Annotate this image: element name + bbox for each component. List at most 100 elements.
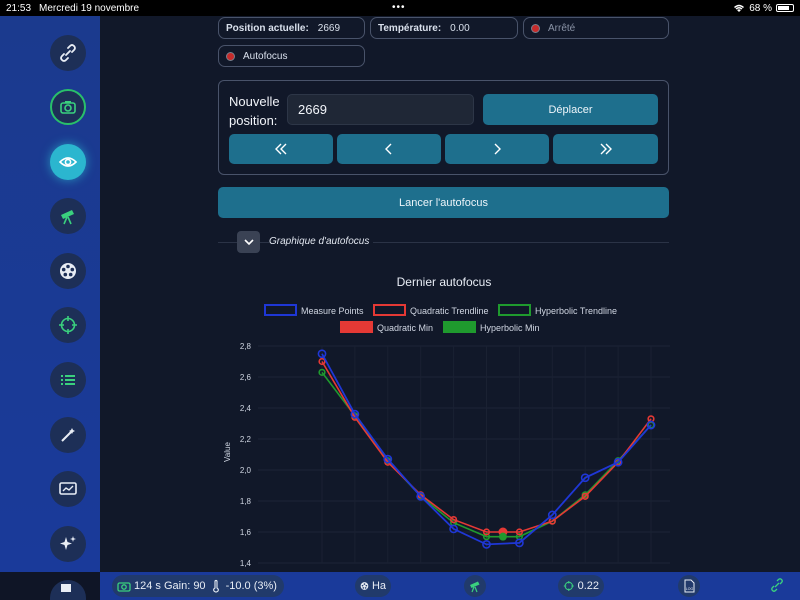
y-axis-label: Value [223,442,232,462]
camera-icon [117,582,131,592]
sidebar [0,16,100,600]
log-icon-text: LOG [686,587,694,591]
camera-status-chip[interactable]: 124 s Gain: 90 -10.0 (3%) [112,575,284,597]
sequence-list-icon [61,375,75,385]
chevron-down-icon [243,239,254,246]
temperature-label: Température: [378,22,442,34]
log-file-icon: LOG [684,579,695,593]
nav-camera-button[interactable] [50,89,86,125]
y-tick-label: 2,6 [240,373,252,382]
mount-status-button[interactable] [464,575,486,597]
nav-sequence-button[interactable] [50,362,86,398]
ios-status-bar: 21:53 Mercredi 19 novembre ••• 68 % [0,0,800,16]
nav-more-button[interactable] [50,580,86,600]
status-right: 68 % [733,3,794,14]
move-button[interactable]: Déplacer [483,94,658,125]
position-label: Position actuelle: [226,22,309,34]
state-pill: Arrêté [523,17,669,39]
clock: 21:53 [6,2,32,14]
date: Mercredi 19 novembre [39,2,140,14]
chart-grid [258,345,670,564]
step-large-right-button[interactable] [553,134,658,164]
legend-swatch [340,321,373,333]
legend-label: Quadratic Min [377,323,433,333]
status-dot-icon [531,23,540,33]
y-tick-label: 1,6 [240,528,252,537]
graph-toggle-button[interactable] [237,231,260,253]
nav-connection-button[interactable] [50,35,86,71]
thermometer-icon [212,579,219,593]
position-pill: Position actuelle: 2669 [218,17,365,39]
battery-percent: 68 % [749,2,772,14]
graph-section-title: Graphique d'autofocus [269,236,374,247]
y-tick-label: 2,4 [240,404,252,413]
double-chevron-right-icon [600,143,612,155]
chevron-right-icon [494,143,501,155]
autofocus-chart: Dernier autofocus Measure Points Quadrati… [223,275,670,568]
nav-mount-button[interactable] [50,198,86,234]
y-tick-label: 1,4 [240,559,252,568]
move-box: Nouvelle position: 2669 Déplacer [218,80,669,175]
log-button[interactable]: LOG [678,575,700,597]
connection-status-button[interactable] [770,578,784,597]
step-large-left-button[interactable] [229,134,333,164]
y-tick-label: 2,0 [240,466,252,475]
sparkles-icon [60,536,76,550]
wifi-icon [734,4,745,12]
filter-name-text: Ha [371,580,386,592]
guider-rms-text: 0.22 [577,580,599,592]
nav-focuser-button[interactable] [50,144,86,180]
filter-status-chip[interactable]: Ha [355,575,391,597]
legend-swatch [264,304,297,316]
legend-label: Hyperbolic Min [480,323,540,333]
legend-swatch [498,304,531,316]
position-value: 2669 [317,22,341,34]
y-tick-label: 1,8 [240,497,252,506]
multitask-dots: ••• [392,2,406,13]
magic-wand-icon [61,428,75,442]
camera-temperature-text: -10.0 (3%) [225,580,277,592]
autofocus-state-pill: Autofocus [218,45,365,67]
new-position-label: Nouvelle position: [229,94,280,128]
bottom-status-bar: 124 s Gain: 90 -10.0 (3%) Ha 0.22 LOG [100,572,800,600]
telescope-icon [470,581,480,593]
truck-icon [61,584,71,592]
step-right-button[interactable] [445,134,549,164]
new-position-input[interactable]: 2669 [287,94,474,125]
legend-swatch [373,304,406,316]
double-chevron-left-icon [275,143,287,155]
link-icon [771,578,783,592]
legend-swatch [443,321,476,333]
chevron-left-icon [385,143,392,155]
y-axis-ticks: 2,8 2,6 2,4 2,2 2,0 1,8 1,6 1,4 [240,342,252,568]
camera-status-text: 124 s Gain: 90 [134,580,206,592]
autofocus-state-text: Autofocus [243,50,288,62]
monitor-icon [59,482,77,495]
hyperbolic-min-point [498,532,507,541]
telescope-icon [61,210,74,225]
temperature-value: 0.00 [450,22,470,34]
step-left-button[interactable] [337,134,441,164]
nav-guider-button[interactable] [50,307,86,343]
legend-label: Hyperbolic Trendline [535,306,617,316]
eye-icon [58,157,78,167]
filter-wheel-icon [360,582,369,590]
nav-stars-button[interactable] [50,526,86,562]
guider-icon [59,316,77,334]
legend-label: Quadratic Trendline [410,306,489,316]
chart-title: Dernier autofocus [397,275,492,289]
filter-wheel-icon [60,263,76,279]
y-tick-label: 2,2 [240,435,252,444]
start-autofocus-button[interactable]: Lancer l'autofocus [218,187,669,218]
guider-status-chip[interactable]: 0.22 [558,575,604,597]
camera-icon [60,101,76,114]
nav-filter-wheel-button[interactable] [50,253,86,289]
y-tick-label: 2,8 [240,342,252,351]
chart-legend: Measure Points Quadratic Trendline Hyperbo… [264,304,617,333]
nav-image-viewer-button[interactable] [50,471,86,507]
legend-label: Measure Points [301,306,364,316]
state-text: Arrêté [548,22,576,34]
nav-flat-wizard-button[interactable] [50,417,86,453]
link-icon [60,44,76,62]
temperature-pill: Température: 0.00 [370,17,518,39]
